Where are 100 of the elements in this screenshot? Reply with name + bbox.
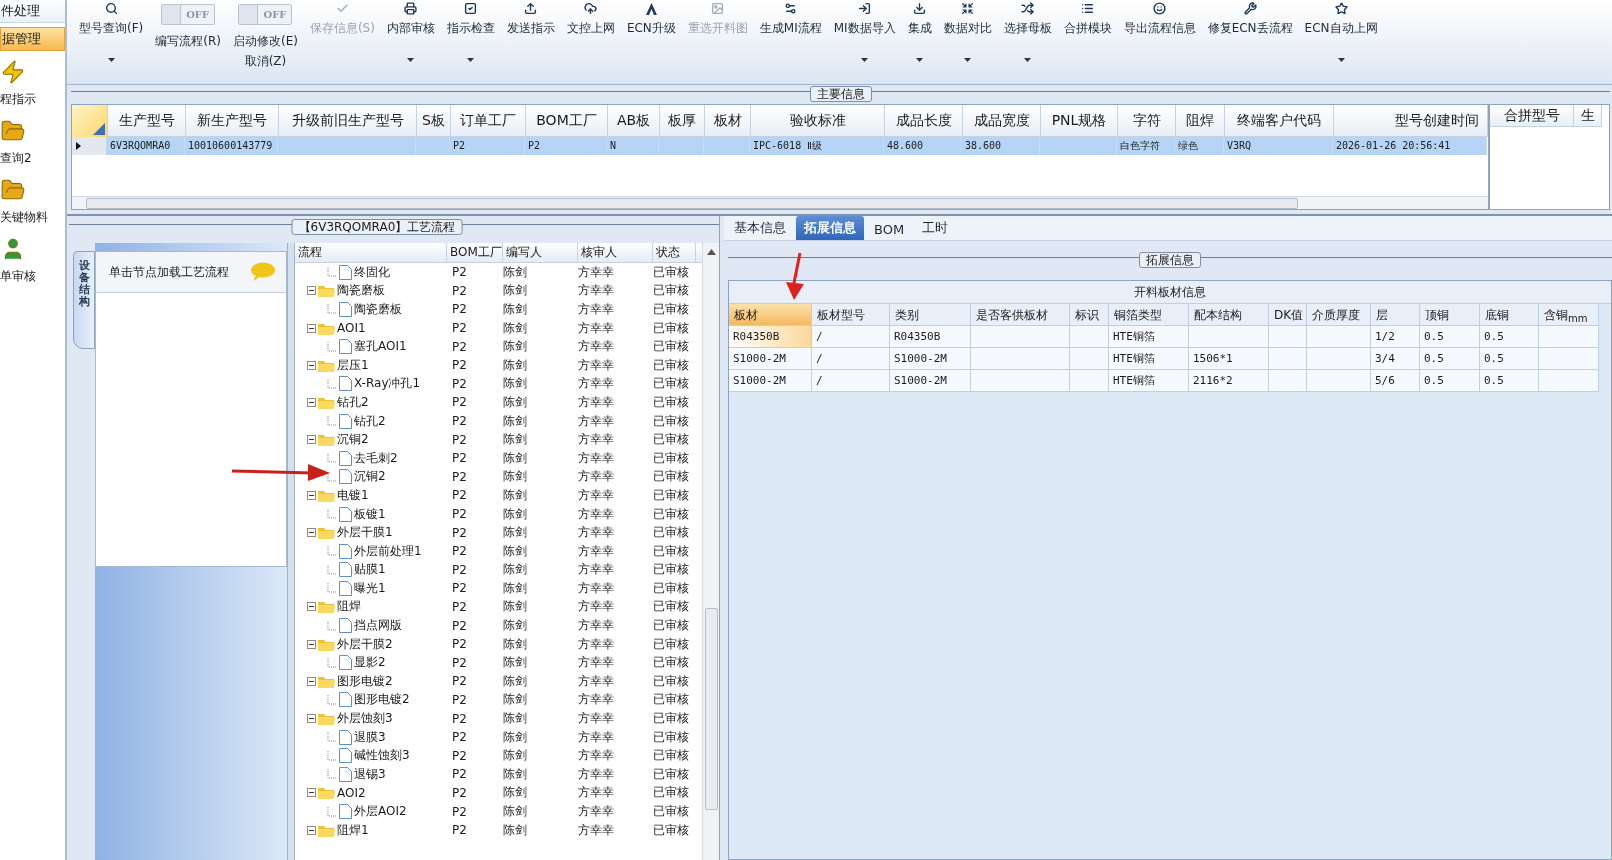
column-header[interactable]: 底铜 [1480, 304, 1539, 326]
column-header[interactable]: 字符 [1118, 105, 1176, 137]
tree-node-label[interactable]: 钻孔2 [337, 393, 369, 411]
column-header[interactable]: 成品长度 [885, 105, 963, 137]
tree-node-label[interactable]: AOI2 [337, 785, 366, 800]
column-header[interactable]: 标识 [1070, 304, 1109, 326]
toolbar-button[interactable]: 导出流程信息 [1117, 0, 1202, 84]
column-header[interactable]: 终端客户代码 [1225, 105, 1334, 137]
tree-node-label[interactable]: 贴膜1 [354, 561, 386, 579]
tree-node-label[interactable]: 层压1 [337, 356, 369, 374]
toolbar-button[interactable]: 发送指示 [500, 0, 561, 84]
toggle-button[interactable]: OFF 编写流程(R) [149, 0, 227, 84]
toolbar-button[interactable]: 指示检查 [440, 0, 501, 84]
sidebar-item[interactable]: 单审核 [0, 232, 65, 291]
column-header[interactable]: 介质厚度 [1307, 304, 1371, 326]
dropdown-caret-icon[interactable] [1337, 58, 1345, 62]
dropdown-caret-icon[interactable] [916, 58, 924, 62]
collapse-icon[interactable] [307, 788, 316, 798]
sidebar-item[interactable]: 关键物料 [0, 173, 65, 232]
toolbar-button[interactable]: 文控上网 [560, 0, 621, 84]
column-header[interactable]: 合拼型号 [1490, 105, 1574, 127]
tree-node-label[interactable]: 阻焊1 [337, 821, 369, 839]
sidebar-item[interactable]: 据管理 [0, 27, 65, 51]
sidebar-item[interactable]: 件处理 [0, 0, 65, 23]
tab[interactable]: 基本信息 [726, 216, 794, 240]
column-header[interactable]: 顶铜 [1420, 304, 1480, 326]
sidebar-item[interactable]: 查询2 [0, 114, 65, 173]
tree-node-label[interactable]: 板镀1 [354, 505, 386, 523]
tab[interactable]: BOM [866, 219, 913, 240]
toolbar-button[interactable]: 生成MI流程 [753, 0, 828, 84]
collapse-icon[interactable] [307, 602, 316, 612]
tree-node-label[interactable]: 退锡3 [354, 765, 386, 783]
column-header[interactable]: 新生产型号 [186, 105, 279, 137]
tree-node-label[interactable]: 挡点网版 [354, 617, 402, 635]
collapse-icon[interactable] [307, 323, 316, 333]
column-header[interactable]: 成品宽度 [963, 105, 1041, 137]
column-header[interactable]: AB板 [608, 105, 660, 137]
column-header[interactable]: 类别 [890, 304, 971, 326]
dropdown-caret-icon[interactable] [407, 58, 415, 62]
toolbar-button[interactable]: 型号查询(F) [73, 0, 150, 84]
collapse-icon[interactable] [307, 825, 316, 835]
column-header[interactable]: 板材 [729, 304, 812, 326]
column-header[interactable]: 状态 [652, 243, 696, 262]
tree-node-label[interactable]: 碱性蚀刻3 [354, 747, 410, 765]
horizontal-scrollbar[interactable] [72, 196, 1488, 209]
dropdown-caret-icon[interactable] [467, 58, 475, 62]
column-header[interactable]: 编写人 [502, 243, 578, 262]
column-header[interactable]: 板材型号 [812, 304, 890, 326]
column-header[interactable]: PNL规格 [1041, 105, 1118, 137]
column-header[interactable]: S板 [417, 105, 451, 137]
column-header[interactable]: DK值 [1269, 304, 1307, 326]
tree-node-label[interactable]: 陶瓷磨板 [337, 282, 385, 300]
tree-node-label[interactable]: 电镀1 [337, 486, 369, 504]
tree-node-label[interactable]: 外层干膜2 [337, 635, 393, 653]
tree-node-label[interactable]: 外层干膜1 [337, 524, 393, 542]
side-tab[interactable]: 设备结构 [73, 251, 95, 350]
column-header[interactable]: 含铜$_{mm}$ [1539, 304, 1599, 326]
collapse-icon[interactable] [307, 397, 316, 407]
tree-node-label[interactable]: 外层蚀刻3 [337, 710, 393, 728]
sidebar-item[interactable]: 程指示 [0, 55, 65, 114]
column-header[interactable]: 型号创建时间 [1334, 105, 1488, 137]
column-header[interactable]: 铜箔类型 [1109, 304, 1189, 326]
column-header[interactable]: 阻焊 [1176, 105, 1225, 137]
collapse-icon[interactable] [307, 676, 316, 686]
tree-node-label[interactable]: 沉铜2 [354, 468, 386, 486]
tree-node-label[interactable]: 沉铜2 [337, 431, 369, 449]
tree-node-label[interactable]: 塞孔AOI1 [354, 338, 407, 356]
tree-node-label[interactable]: 终固化 [354, 263, 390, 281]
toolbar-button[interactable]: 合拼模块 [1057, 0, 1118, 84]
toolbar-button[interactable]: 修复ECN丢流程 [1201, 0, 1299, 84]
tree-node-label[interactable]: 阻焊 [337, 598, 361, 616]
column-header[interactable]: 生 [1574, 105, 1602, 127]
tree-node-label[interactable]: 外层AOI2 [354, 803, 407, 820]
toolbar-button[interactable]: 数据对比 [937, 0, 998, 84]
column-header[interactable]: 板材 [705, 105, 751, 137]
tab[interactable]: 拓展信息 [796, 216, 864, 240]
dropdown-caret-icon[interactable] [107, 58, 115, 62]
column-header[interactable]: 核审人 [577, 243, 653, 262]
toolbar-button[interactable]: 内部审核 [380, 0, 441, 84]
column-header[interactable]: BOM工厂 [526, 105, 608, 137]
tree-node-label[interactable]: 图形电镀2 [337, 672, 393, 690]
tree-node-label[interactable]: 外层前处理1 [354, 542, 422, 560]
collapse-icon[interactable] [307, 490, 316, 500]
column-header[interactable]: 板厚 [660, 105, 705, 137]
column-header[interactable]: BOM工厂 [447, 243, 503, 262]
collapse-icon[interactable] [307, 435, 316, 445]
dropdown-caret-icon[interactable] [964, 58, 972, 62]
collapse-icon[interactable] [307, 360, 316, 370]
toolbar-button[interactable]: MI数据导入 [827, 0, 902, 84]
dropdown-caret-icon[interactable] [1024, 58, 1032, 62]
toolbar-button[interactable]: ECN升级 [620, 0, 682, 84]
tree-node-label[interactable]: 图形电镀2 [354, 691, 410, 709]
column-header[interactable]: 配本结构 [1189, 304, 1269, 326]
vertical-scrollbar[interactable] [702, 243, 719, 860]
scroll-up-arrow-icon[interactable] [706, 249, 716, 255]
tree-node-label[interactable]: 陶瓷磨板 [354, 301, 402, 318]
tree-node-label[interactable]: 曝光1 [354, 579, 386, 597]
column-header[interactable]: 流程 [295, 243, 447, 262]
toolbar-button[interactable]: ECN自动上网 [1298, 0, 1384, 84]
collapse-icon[interactable] [307, 528, 316, 538]
